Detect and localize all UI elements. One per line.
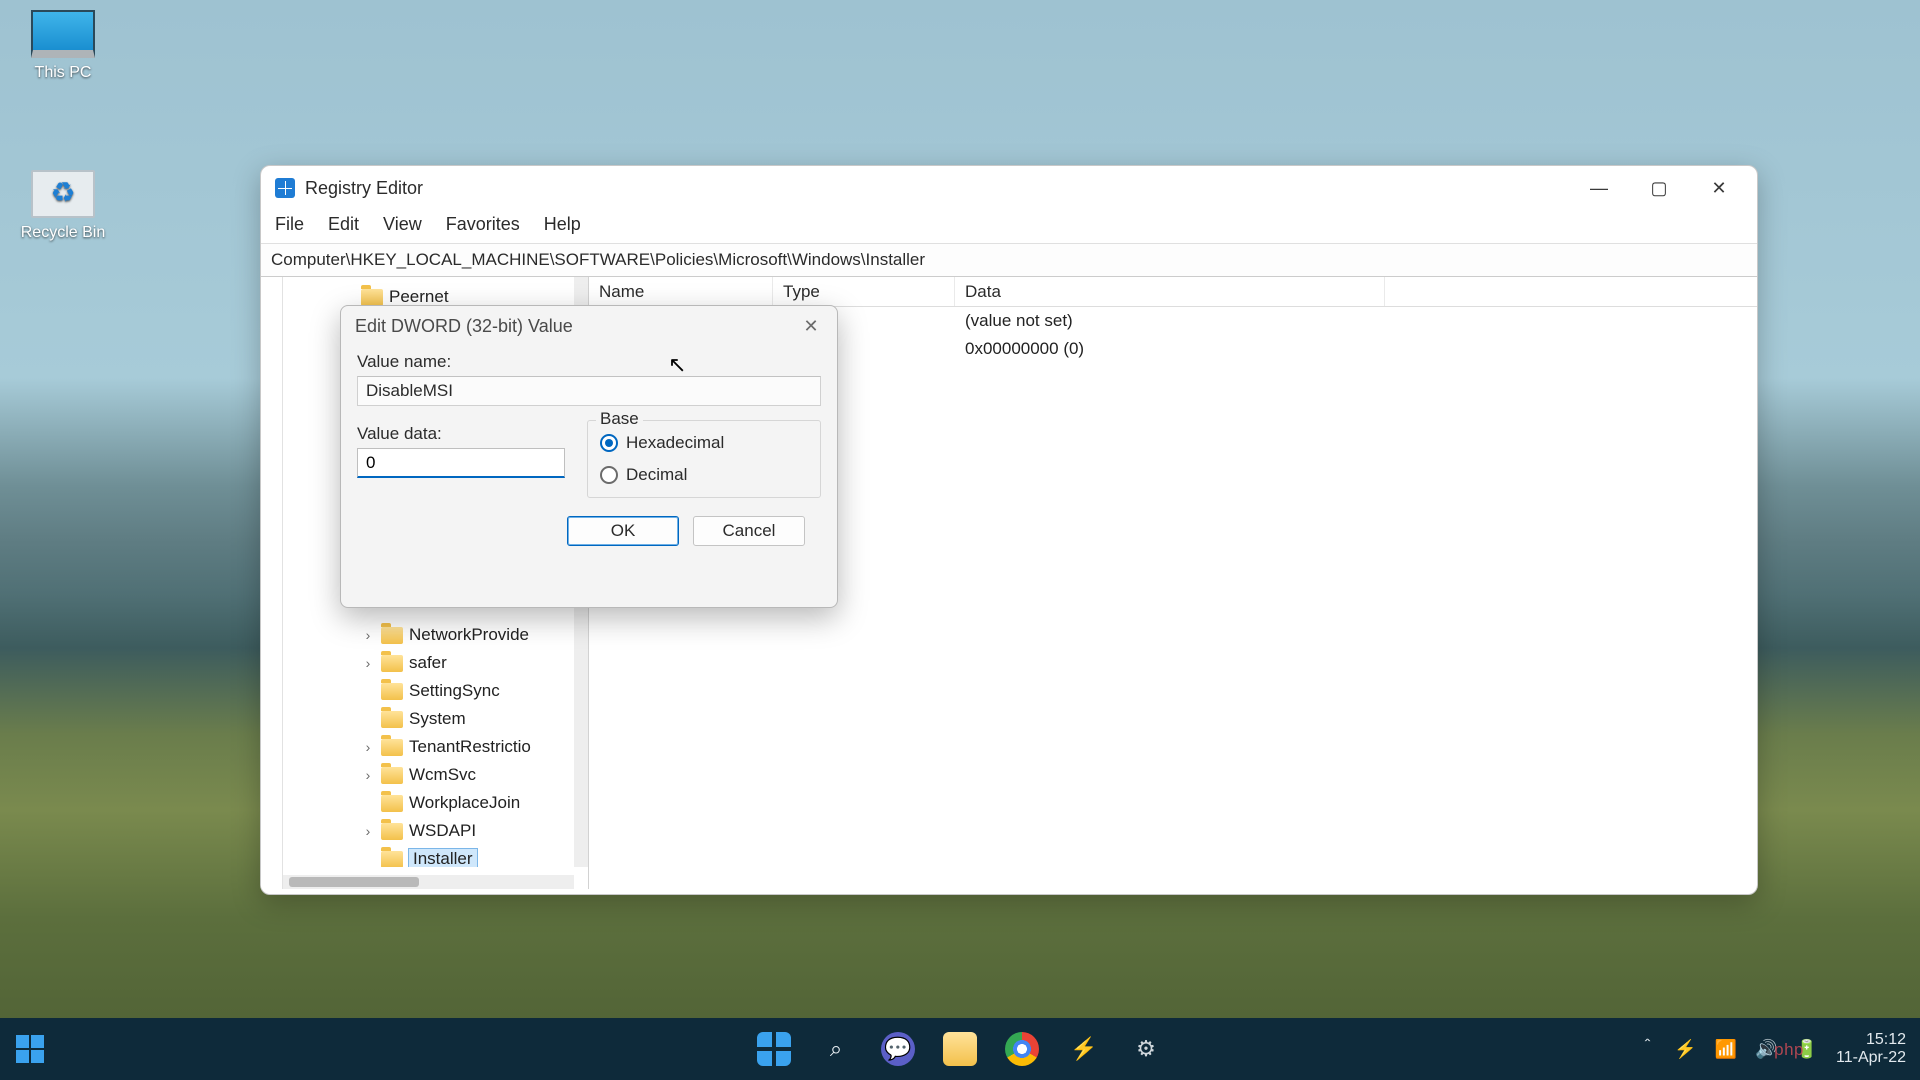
ok-button[interactable]: OK <box>567 516 679 546</box>
folder-icon <box>381 627 403 644</box>
base-group: Base Hexadecimal Decimal <box>587 420 821 498</box>
folder-icon <box>381 711 403 728</box>
settings-button[interactable]: ⚙ <box>1129 1032 1163 1066</box>
folder-icon <box>381 655 403 672</box>
monitor-icon <box>31 10 95 58</box>
desktop-icon-this-pc[interactable]: This PC <box>8 10 118 82</box>
tray-power-icon[interactable]: ⚡ <box>1674 1039 1696 1060</box>
folder-icon <box>381 823 403 840</box>
chat-button[interactable]: 💬 <box>881 1032 915 1066</box>
value-name-input[interactable] <box>357 376 821 406</box>
cancel-button[interactable]: Cancel <box>693 516 805 546</box>
cell-data: (value not set) <box>955 311 1073 331</box>
tree-item[interactable]: Installer <box>283 845 574 867</box>
tray-wifi-icon[interactable]: 📶 <box>1715 1039 1737 1060</box>
folder-icon <box>381 795 403 812</box>
radio-label: Decimal <box>626 465 687 485</box>
radio-decimal[interactable]: Decimal <box>600 465 808 485</box>
menu-view[interactable]: View <box>383 214 422 235</box>
regedit-app-icon <box>275 178 295 198</box>
tree-item-label: Peernet <box>389 287 449 307</box>
column-header-data[interactable]: Data <box>955 277 1385 306</box>
tree-item-label: safer <box>409 653 447 673</box>
start-button[interactable] <box>757 1032 791 1066</box>
recycle-bin-icon <box>31 170 95 218</box>
tree-item[interactable]: › TenantRestrictio <box>283 733 574 761</box>
tree-item[interactable]: WorkplaceJoin <box>283 789 574 817</box>
tray-chevron-icon[interactable]: ＾ <box>1638 1036 1656 1062</box>
folder-icon <box>381 767 403 784</box>
desktop-icon-label: Recycle Bin <box>8 224 118 242</box>
column-header-type[interactable]: Type <box>773 277 955 306</box>
taskbar: ⌕ 💬 ⚡ ⚙ ＾ ⚡ 📶 🔊 🔋 15:12 11-Apr-22 php <box>0 1018 1920 1080</box>
folder-icon <box>381 683 403 700</box>
tree-expander-icon[interactable]: › <box>361 655 375 671</box>
radio-hexadecimal[interactable]: Hexadecimal <box>600 433 808 453</box>
tree-item-label: WcmSvc <box>409 765 476 785</box>
dialog-close-button[interactable]: ✕ <box>791 306 831 346</box>
windows-icon <box>16 1035 44 1063</box>
desktop-icon-label: This PC <box>8 64 118 82</box>
tree-item-label: System <box>409 709 466 729</box>
taskbar-clock[interactable]: 15:12 11-Apr-22 <box>1836 1031 1906 1068</box>
menu-edit[interactable]: Edit <box>328 214 359 235</box>
tree-item[interactable]: › safer <box>283 649 574 677</box>
minimize-button[interactable]: — <box>1569 166 1629 210</box>
tree-item[interactable]: › WcmSvc <box>283 761 574 789</box>
tree-expander-icon[interactable]: › <box>361 739 375 755</box>
dialog-title: Edit DWORD (32-bit) Value <box>355 316 573 337</box>
clock-date: 11-Apr-22 <box>1836 1049 1906 1067</box>
menu-help[interactable]: Help <box>544 214 581 235</box>
start-tablet-button[interactable] <box>0 1035 60 1063</box>
tree-item-label: WSDAPI <box>409 821 476 841</box>
search-button[interactable]: ⌕ <box>819 1032 853 1066</box>
tree-item-label: TenantRestrictio <box>409 737 531 757</box>
menu-file[interactable]: File <box>275 214 304 235</box>
edit-dword-dialog: Edit DWORD (32-bit) Value ✕ Value name: … <box>340 305 838 608</box>
folder-icon <box>381 739 403 756</box>
app-bolt-button[interactable]: ⚡ <box>1067 1032 1101 1066</box>
tree-item-label: WorkplaceJoin <box>409 793 520 813</box>
menu-favorites[interactable]: Favorites <box>446 214 520 235</box>
tree-item-label: Installer <box>409 849 477 867</box>
titlebar[interactable]: Registry Editor — ▢ ✕ <box>261 166 1757 210</box>
tree-gutter <box>261 277 283 889</box>
tree-item[interactable]: SettingSync <box>283 677 574 705</box>
tree-item[interactable]: › WSDAPI <box>283 817 574 845</box>
folder-icon <box>361 289 383 306</box>
scrollbar-thumb[interactable] <box>289 877 419 887</box>
watermark: php <box>1774 1040 1804 1060</box>
base-legend: Base <box>596 409 643 429</box>
chrome-button[interactable] <box>1005 1032 1039 1066</box>
window-title: Registry Editor <box>305 178 423 199</box>
radio-icon <box>600 466 618 484</box>
value-data-label: Value data: <box>357 424 565 444</box>
radio-icon <box>600 434 618 452</box>
tree-item[interactable]: System <box>283 705 574 733</box>
value-data-input[interactable] <box>357 448 565 478</box>
address-bar[interactable]: Computer\HKEY_LOCAL_MACHINE\SOFTWARE\Pol… <box>261 243 1757 277</box>
tree-item-label: NetworkProvide <box>409 625 529 645</box>
desktop-icon-recycle-bin[interactable]: Recycle Bin <box>8 170 118 242</box>
list-header[interactable]: Name Type Data <box>589 277 1757 307</box>
radio-label: Hexadecimal <box>626 433 724 453</box>
tree-expander-icon[interactable]: › <box>361 627 375 643</box>
tree-expander-icon[interactable]: › <box>361 767 375 783</box>
desktop: This PC Recycle Bin Registry Editor — ▢ … <box>0 0 1920 1080</box>
folder-icon <box>381 851 403 868</box>
taskbar-center: ⌕ 💬 ⚡ ⚙ <box>757 1032 1163 1066</box>
tree-item[interactable]: › NetworkProvide <box>283 621 574 649</box>
file-explorer-button[interactable] <box>943 1032 977 1066</box>
tree-expander-icon[interactable]: › <box>361 823 375 839</box>
value-name-label: Value name: <box>357 352 821 372</box>
clock-time: 15:12 <box>1836 1031 1906 1049</box>
column-header-name[interactable]: Name <box>589 277 773 306</box>
cell-data: 0x00000000 (0) <box>955 339 1084 359</box>
dialog-titlebar[interactable]: Edit DWORD (32-bit) Value ✕ <box>341 306 837 346</box>
tree-item-label: SettingSync <box>409 681 500 701</box>
maximize-button[interactable]: ▢ <box>1629 166 1689 210</box>
tree-scrollbar-horizontal[interactable] <box>283 875 574 889</box>
close-button[interactable]: ✕ <box>1689 166 1749 210</box>
menu-bar: File Edit View Favorites Help <box>261 210 1757 243</box>
